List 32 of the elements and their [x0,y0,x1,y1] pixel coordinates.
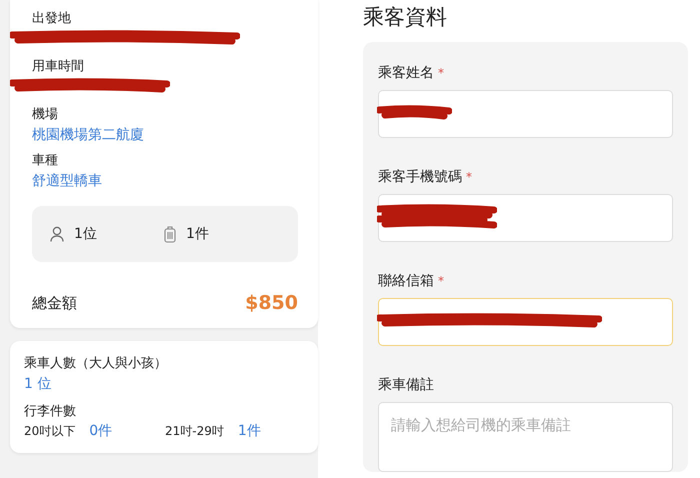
field-label: 聯絡信箱 [378,272,434,290]
person-icon [50,226,64,242]
text-field[interactable] [378,90,673,138]
total-amount: $850 [245,292,298,314]
field-label: 乘客手機號碼 [378,168,462,186]
text-field[interactable] [378,194,673,242]
field-label: 乘車人數（大人與小孩） [24,355,168,373]
field-value: 1 位 [24,375,52,394]
luggage-size: 20吋以下 [24,423,76,440]
field-label: 乘車備註 [378,376,434,394]
text-field[interactable] [378,298,673,346]
required-mark: * [466,169,472,186]
luggage-count: 1件 [238,422,261,441]
count-text: 1位 [74,225,97,243]
luggage-count: 0件 [89,422,112,441]
field-label: 機場 [32,106,59,124]
field-label: 用車時間 [32,58,85,76]
total-label: 總金額 [32,294,77,312]
suitcase-icon [164,226,176,242]
count-text: 1件 [186,225,209,243]
field-value: 舒適型轎車 [32,172,103,191]
text-area[interactable]: 請輸入想給司機的乘車備註 [378,402,673,472]
required-mark: * [438,273,444,290]
field-label: 車種 [32,152,59,170]
field-label: 出發地 [32,10,72,28]
required-mark: * [438,65,444,82]
field-label: 乘客姓名 [378,64,434,82]
placeholder-text: 請輸入想給司機的乘車備註 [391,416,571,434]
luggage-size: 21吋-29吋 [165,423,224,440]
field-value: 桃園機場第二航廈 [32,126,145,145]
field-label: 行李件數 [24,403,77,421]
form-title: 乘客資料 [363,4,448,30]
